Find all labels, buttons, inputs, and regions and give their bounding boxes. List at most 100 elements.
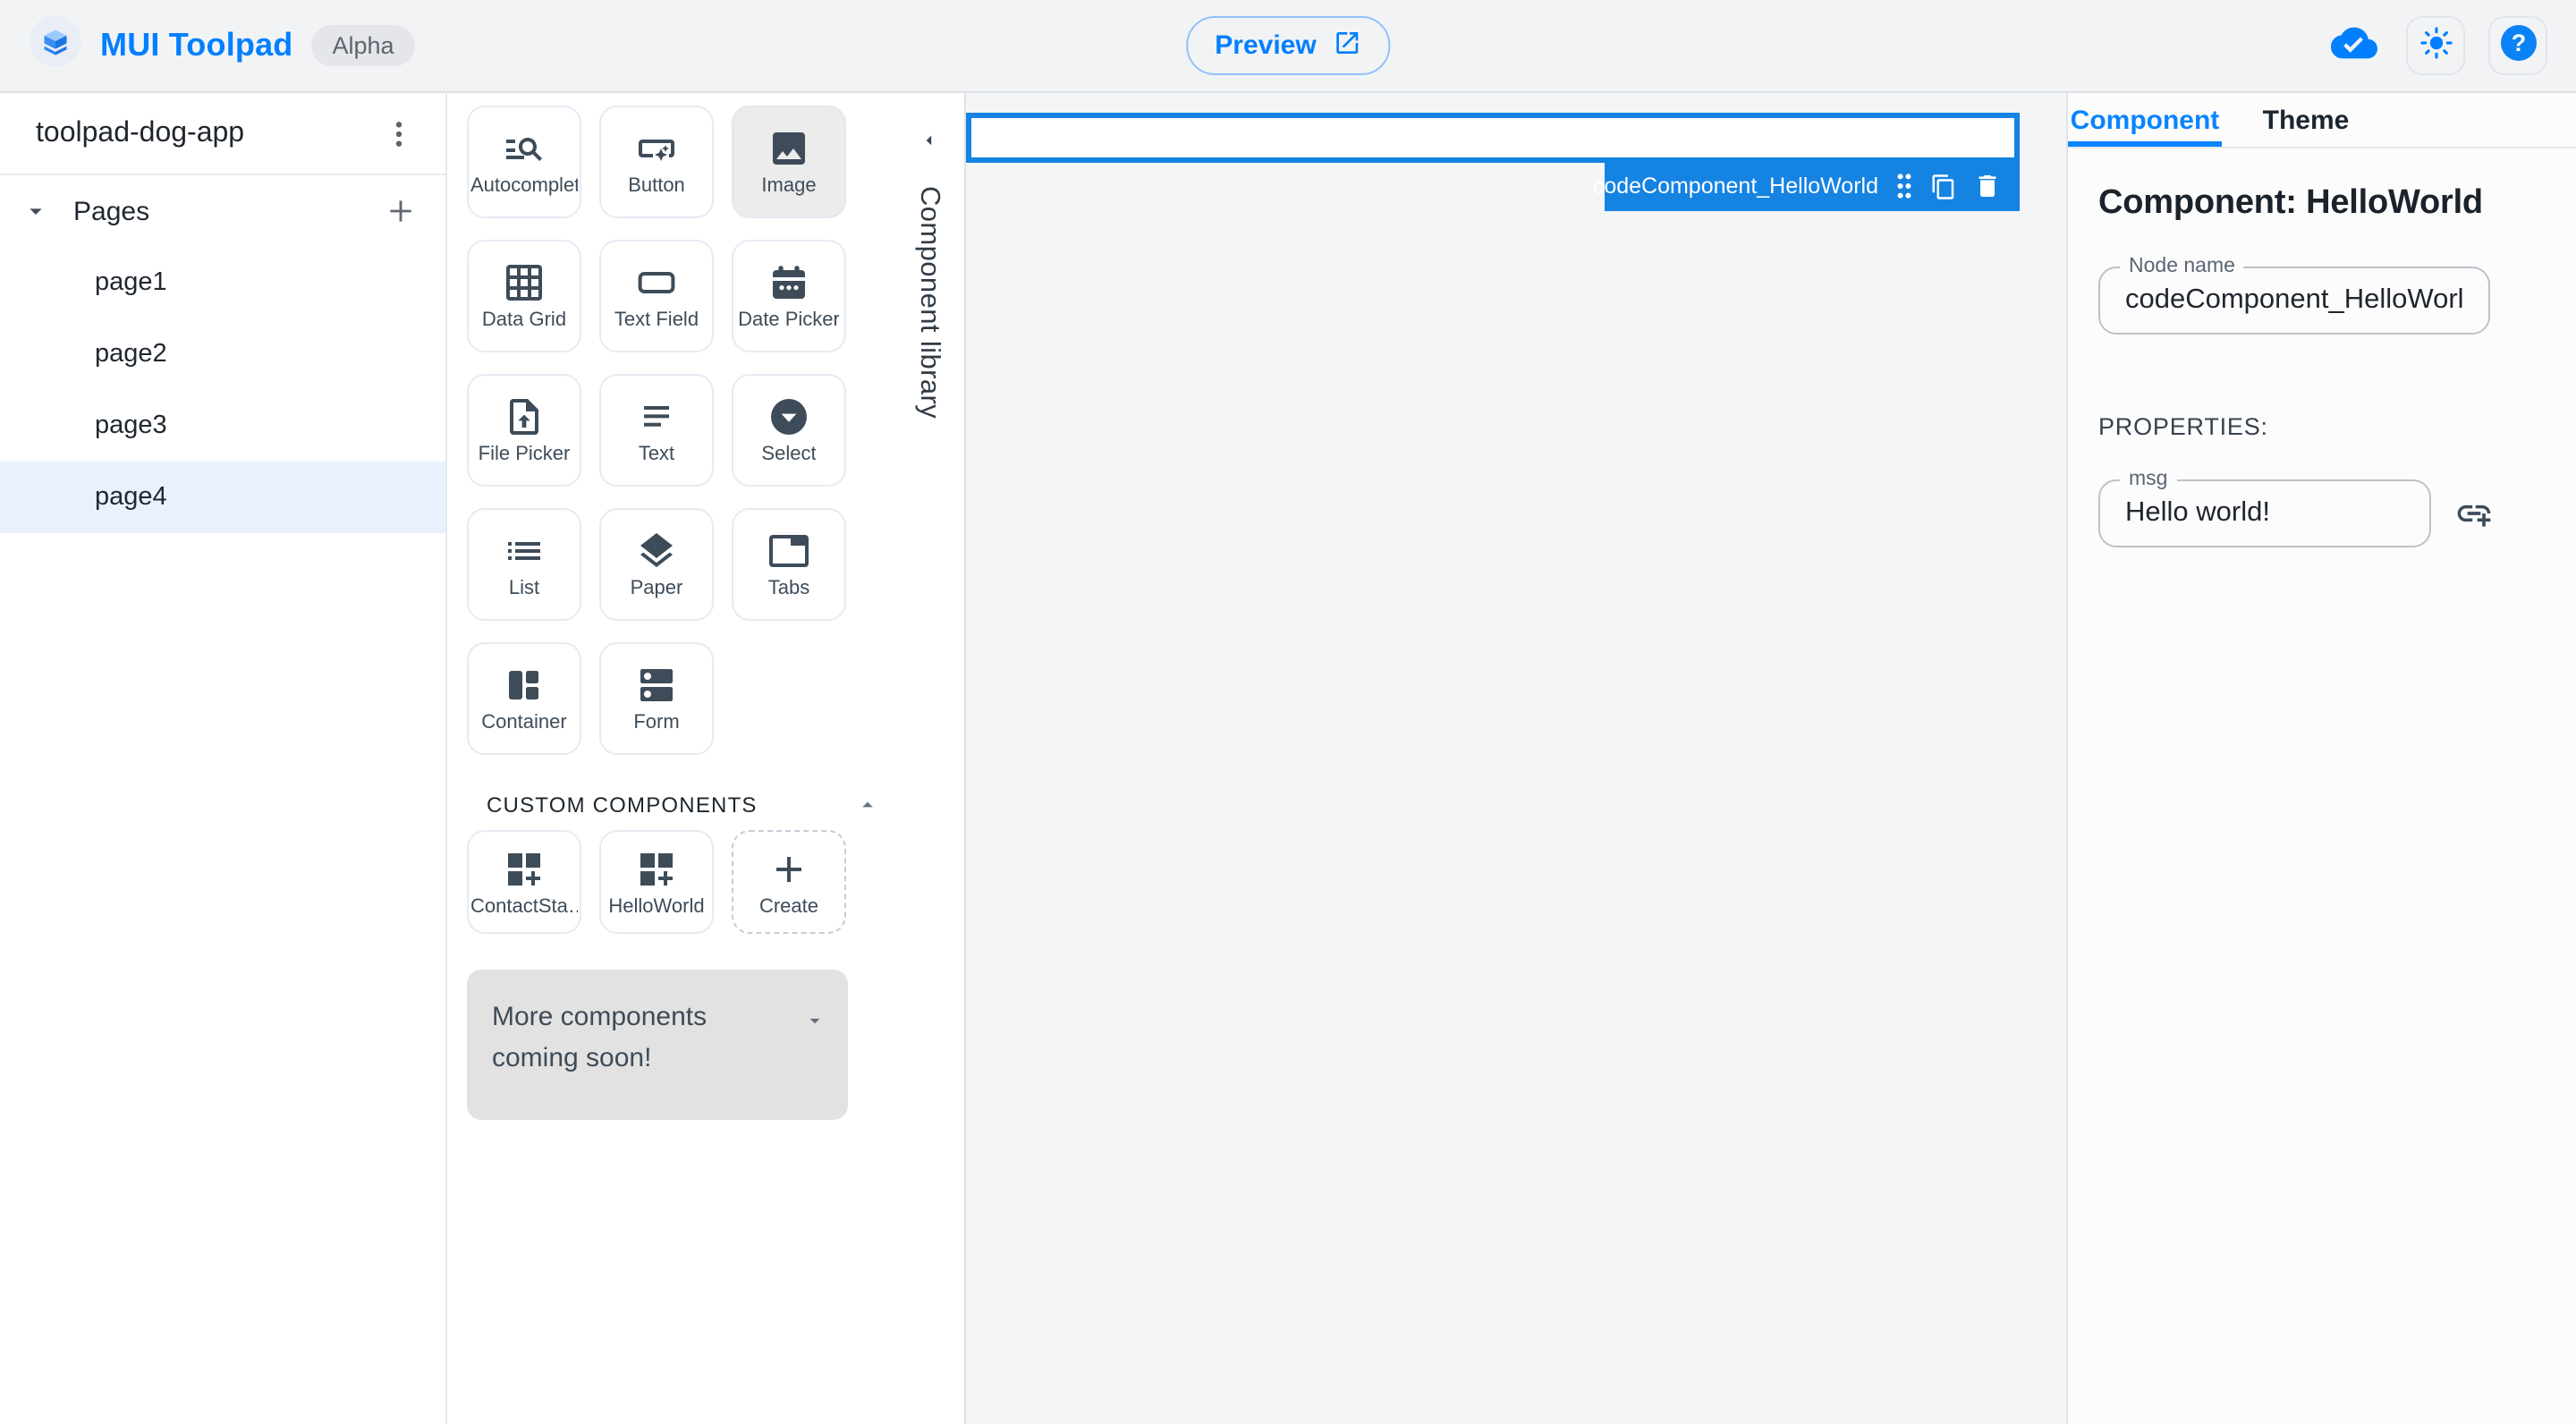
- trash-icon: [1979, 175, 1996, 197]
- custom-components-header[interactable]: CUSTOM COMPONENTS: [467, 793, 894, 818]
- delete-button[interactable]: [1973, 172, 2002, 200]
- component-card-image[interactable]: Image: [732, 106, 846, 218]
- list-icon: [508, 542, 540, 560]
- custom-component-card-contactsta[interactable]: ContactSta…: [467, 830, 581, 934]
- button-icon: [639, 140, 674, 161]
- inspector-tabs: Component Theme: [2068, 93, 2576, 148]
- inspector-heading: Component: HelloWorld: [2098, 184, 2483, 222]
- pages-list: page1 page2 page3 page4: [0, 247, 445, 533]
- app-menu-button[interactable]: [381, 115, 417, 151]
- component-card-label: File Picker: [478, 444, 571, 465]
- sidebar-item-page3[interactable]: page3: [0, 390, 445, 462]
- component-card-paper[interactable]: Paper: [599, 508, 714, 621]
- app-window: MUI Toolpad Alpha Preview ? toolpad-dog-…: [0, 0, 2576, 1424]
- alpha-badge: Alpha: [310, 25, 416, 66]
- component-card-text-field[interactable]: Text Field: [599, 240, 714, 352]
- sidebar-item-page1[interactable]: page1: [0, 247, 445, 318]
- component-card-label: Create: [758, 895, 819, 917]
- help-button[interactable]: ?: [2488, 16, 2547, 75]
- text-icon: [644, 406, 669, 427]
- properties-label: PROPERTIES:: [2098, 413, 2268, 440]
- tab-component[interactable]: Component: [2068, 93, 2222, 147]
- component-card-form[interactable]: Form: [599, 642, 714, 755]
- canvas[interactable]: codeComponent_HelloWorld: [966, 93, 2066, 1424]
- more-components-banner[interactable]: More components coming soon!: [467, 970, 848, 1120]
- component-cards-grid: Autocomplete Button Image Data Grid Text Fie…: [467, 106, 894, 755]
- drawer-collapse-button[interactable]: [917, 129, 940, 161]
- tab-theme[interactable]: Theme: [2250, 93, 2361, 147]
- component-card-label: ContactSta…: [470, 895, 578, 917]
- plus-icon: [390, 200, 411, 222]
- app-title: MUI Toolpad: [100, 27, 293, 63]
- bind-property-button[interactable]: [2454, 494, 2494, 533]
- selection-label: codeComponent_HelloWorld: [1592, 174, 1878, 199]
- sidebar-item-page4[interactable]: page4: [0, 462, 445, 533]
- sidebar-item-page2[interactable]: page2: [0, 318, 445, 390]
- add-link-icon: [2457, 504, 2491, 527]
- banner-text: More components coming soon!: [492, 1002, 708, 1074]
- component-library-content: Autocomplete Button Image Data Grid Text Fie…: [447, 93, 894, 1120]
- app-row: toolpad-dog-app: [0, 93, 445, 175]
- pages-label: Pages: [73, 196, 150, 226]
- paper-icon: [640, 533, 673, 568]
- create-component-card[interactable]: Create: [732, 830, 846, 934]
- custom-component-card-helloworld[interactable]: HelloWorld: [599, 830, 714, 934]
- selected-component[interactable]: [966, 112, 2020, 162]
- sun-icon: [2418, 25, 2453, 66]
- component-card-text[interactable]: Text: [599, 374, 714, 487]
- header-actions: ?: [2324, 16, 2547, 75]
- inspector-content: Component: HelloWorld Node name PROPERTI…: [2068, 148, 2576, 547]
- component-card-label: Tabs: [767, 578, 810, 599]
- inspector-panel: Component Theme Component: HelloWorld No…: [2066, 93, 2576, 1424]
- component-card-autocomplete[interactable]: Autocomplete: [467, 106, 581, 218]
- component-card-date-picker[interactable]: Date Picker: [732, 240, 846, 352]
- pages-tree-header[interactable]: Pages: [0, 175, 445, 247]
- add-page-button[interactable]: [383, 193, 419, 229]
- pages-tree: Pages page1 page2 page3 page4: [0, 175, 445, 533]
- component-card-label: Image: [761, 175, 817, 197]
- custom-icon: [508, 852, 540, 885]
- preview-button[interactable]: Preview: [1186, 16, 1390, 75]
- sync-status-button[interactable]: [2324, 16, 2383, 75]
- component-card-container[interactable]: Container: [467, 642, 581, 755]
- caret-down-icon: [21, 197, 50, 225]
- svg-text:?: ?: [2511, 30, 2526, 56]
- component-card-label: Text Field: [614, 309, 699, 331]
- drag-handle[interactable]: [1894, 172, 1914, 200]
- preview-button-label: Preview: [1215, 30, 1317, 61]
- component-card-tabs[interactable]: Tabs: [732, 508, 846, 621]
- component-card-list[interactable]: List: [467, 508, 581, 621]
- msg-label: msg: [2120, 469, 2177, 490]
- component-card-data-grid[interactable]: Data Grid: [467, 240, 581, 352]
- component-card-select[interactable]: Select: [732, 374, 846, 487]
- library-drawer-strip: Component library: [893, 93, 964, 1424]
- image-icon: [773, 132, 805, 165]
- duplicate-button[interactable]: [1930, 173, 1957, 199]
- filepicker-icon: [510, 399, 538, 435]
- component-card-label: HelloWorld: [608, 895, 705, 917]
- component-card-file-picker[interactable]: File Picker: [467, 374, 581, 487]
- plus-icon: [776, 856, 801, 881]
- component-card-label: List: [508, 578, 540, 599]
- main-area: toolpad-dog-app Pages page1 page2 page3 pag…: [0, 93, 2576, 1424]
- copy-icon: [1932, 174, 1954, 199]
- component-card-label: Form: [633, 712, 680, 733]
- drag-handle-icon: [1897, 174, 1911, 199]
- msg-input[interactable]: [2100, 497, 2429, 530]
- form-icon: [640, 669, 673, 701]
- node-name-field: Node name: [2098, 256, 2490, 335]
- external-link-icon: [1333, 28, 1361, 64]
- tabs-icon: [769, 535, 809, 567]
- cloud-done-icon: [2330, 20, 2377, 72]
- component-card-label: Autocomplete: [470, 175, 578, 197]
- brand: MUI Toolpad Alpha: [29, 14, 416, 77]
- toolpad-logo-icon: [29, 14, 82, 77]
- component-card-label: Date Picker: [738, 309, 840, 331]
- component-card-label: Select: [761, 444, 817, 465]
- theme-toggle-button[interactable]: [2406, 16, 2465, 75]
- msg-field: msg: [2098, 469, 2431, 547]
- node-name-input[interactable]: [2100, 284, 2488, 317]
- app-name: toolpad-dog-app: [36, 117, 245, 148]
- component-card-label: Container: [481, 712, 567, 733]
- component-card-button[interactable]: Button: [599, 106, 714, 218]
